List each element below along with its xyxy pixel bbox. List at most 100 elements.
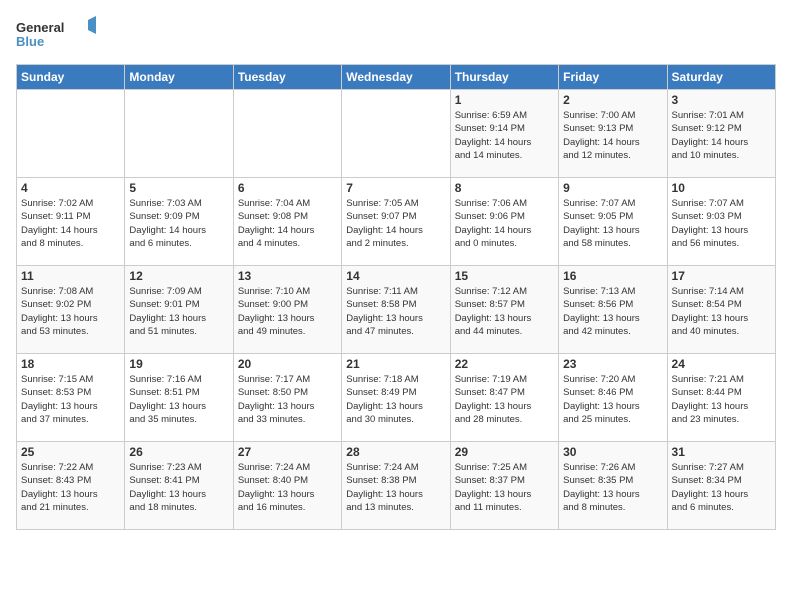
day-number: 14 [346, 269, 445, 283]
calendar-cell: 24Sunrise: 7:21 AM Sunset: 8:44 PM Dayli… [667, 354, 775, 442]
day-number: 31 [672, 445, 771, 459]
calendar-table: SundayMondayTuesdayWednesdayThursdayFrid… [16, 64, 776, 530]
day-info: Sunrise: 7:10 AM Sunset: 9:00 PM Dayligh… [238, 285, 337, 338]
day-info: Sunrise: 7:06 AM Sunset: 9:06 PM Dayligh… [455, 197, 554, 250]
day-info: Sunrise: 7:24 AM Sunset: 8:38 PM Dayligh… [346, 461, 445, 514]
logo-svg: General Blue [16, 16, 96, 52]
day-number: 9 [563, 181, 662, 195]
calendar-cell: 27 Sunrise: 7:24 AM Sunset: 8:40 PM Dayli… [233, 442, 341, 530]
day-number: 11 [21, 269, 120, 283]
day-number: 3 [672, 93, 771, 107]
day-info: Sunrise: 7:00 AM Sunset: 9:13 PM Dayligh… [563, 109, 662, 162]
calendar-cell: 12 Sunrise: 7:09 AM Sunset: 9:01 PM Dayli… [125, 266, 233, 354]
day-info: Sunrise: 6:59 AM Sunset: 9:14 PM Dayligh… [455, 109, 554, 162]
calendar-cell: 1 Sunrise: 6:59 AM Sunset: 9:14 PM Daylig… [450, 90, 558, 178]
calendar-cell [125, 90, 233, 178]
day-info: Sunrise: 7:07 AM Sunset: 9:03 PM Dayligh… [672, 197, 771, 250]
calendar-cell: 31 Sunrise: 7:27 AM Sunset: 8:34 PM Dayli… [667, 442, 775, 530]
weekday-header-wednesday: Wednesday [342, 65, 450, 90]
day-info: Sunrise: 7:16 AM Sunset: 8:51 PM Dayligh… [129, 373, 228, 426]
calendar-week-4: 18Sunrise: 7:15 AM Sunset: 8:53 PM Dayli… [17, 354, 776, 442]
day-info: Sunrise: 7:01 AM Sunset: 9:12 PM Dayligh… [672, 109, 771, 162]
day-info: Sunrise: 7:13 AM Sunset: 8:56 PM Dayligh… [563, 285, 662, 338]
calendar-cell: 13 Sunrise: 7:10 AM Sunset: 9:00 PM Dayli… [233, 266, 341, 354]
calendar-cell [233, 90, 341, 178]
day-info: Sunrise: 7:26 AM Sunset: 8:35 PM Dayligh… [563, 461, 662, 514]
day-number: 30 [563, 445, 662, 459]
day-info: Sunrise: 7:08 AM Sunset: 9:02 PM Dayligh… [21, 285, 120, 338]
day-number: 6 [238, 181, 337, 195]
day-number: 17 [672, 269, 771, 283]
day-info: Sunrise: 7:09 AM Sunset: 9:01 PM Dayligh… [129, 285, 228, 338]
day-info: Sunrise: 7:25 AM Sunset: 8:37 PM Dayligh… [455, 461, 554, 514]
day-number: 18 [21, 357, 120, 371]
day-info: Sunrise: 7:24 AM Sunset: 8:40 PM Dayligh… [238, 461, 337, 514]
calendar-cell: 10 Sunrise: 7:07 AM Sunset: 9:03 PM Dayli… [667, 178, 775, 266]
calendar-cell [342, 90, 450, 178]
calendar-cell: 16 Sunrise: 7:13 AM Sunset: 8:56 PM Dayli… [559, 266, 667, 354]
weekday-header-tuesday: Tuesday [233, 65, 341, 90]
calendar-cell: 25Sunrise: 7:22 AM Sunset: 8:43 PM Dayli… [17, 442, 125, 530]
calendar-cell: 8 Sunrise: 7:06 AM Sunset: 9:06 PM Daylig… [450, 178, 558, 266]
weekday-header-friday: Friday [559, 65, 667, 90]
day-info: Sunrise: 7:03 AM Sunset: 9:09 PM Dayligh… [129, 197, 228, 250]
calendar-cell: 20 Sunrise: 7:17 AM Sunset: 8:50 PM Dayli… [233, 354, 341, 442]
day-number: 27 [238, 445, 337, 459]
day-info: Sunrise: 7:20 AM Sunset: 8:46 PM Dayligh… [563, 373, 662, 426]
calendar-cell: 7 Sunrise: 7:05 AM Sunset: 9:07 PM Daylig… [342, 178, 450, 266]
calendar-cell: 5 Sunrise: 7:03 AM Sunset: 9:09 PM Daylig… [125, 178, 233, 266]
logo: General Blue [16, 16, 96, 52]
day-number: 22 [455, 357, 554, 371]
day-info: Sunrise: 7:07 AM Sunset: 9:05 PM Dayligh… [563, 197, 662, 250]
page-header: General Blue [16, 16, 776, 52]
day-number: 5 [129, 181, 228, 195]
day-number: 29 [455, 445, 554, 459]
calendar-cell: 28 Sunrise: 7:24 AM Sunset: 8:38 PM Dayli… [342, 442, 450, 530]
day-number: 2 [563, 93, 662, 107]
day-info: Sunrise: 7:17 AM Sunset: 8:50 PM Dayligh… [238, 373, 337, 426]
day-number: 24 [672, 357, 771, 371]
calendar-week-2: 4 Sunrise: 7:02 AM Sunset: 9:11 PM Daylig… [17, 178, 776, 266]
day-number: 13 [238, 269, 337, 283]
weekday-header-monday: Monday [125, 65, 233, 90]
weekday-header-row: SundayMondayTuesdayWednesdayThursdayFrid… [17, 65, 776, 90]
day-number: 16 [563, 269, 662, 283]
day-number: 1 [455, 93, 554, 107]
calendar-week-1: 1 Sunrise: 6:59 AM Sunset: 9:14 PM Daylig… [17, 90, 776, 178]
svg-text:General: General [16, 20, 64, 35]
day-number: 12 [129, 269, 228, 283]
calendar-cell: 17 Sunrise: 7:14 AM Sunset: 8:54 PM Dayli… [667, 266, 775, 354]
calendar-cell: 15 Sunrise: 7:12 AM Sunset: 8:57 PM Dayli… [450, 266, 558, 354]
day-info: Sunrise: 7:23 AM Sunset: 8:41 PM Dayligh… [129, 461, 228, 514]
day-number: 20 [238, 357, 337, 371]
day-number: 23 [563, 357, 662, 371]
calendar-cell: 14Sunrise: 7:11 AM Sunset: 8:58 PM Dayli… [342, 266, 450, 354]
day-info: Sunrise: 7:19 AM Sunset: 8:47 PM Dayligh… [455, 373, 554, 426]
day-number: 7 [346, 181, 445, 195]
day-number: 4 [21, 181, 120, 195]
calendar-cell: 22 Sunrise: 7:19 AM Sunset: 8:47 PM Dayli… [450, 354, 558, 442]
day-number: 10 [672, 181, 771, 195]
day-number: 8 [455, 181, 554, 195]
calendar-cell: 19 Sunrise: 7:16 AM Sunset: 8:51 PM Dayli… [125, 354, 233, 442]
day-info: Sunrise: 7:12 AM Sunset: 8:57 PM Dayligh… [455, 285, 554, 338]
weekday-header-thursday: Thursday [450, 65, 558, 90]
calendar-week-5: 25Sunrise: 7:22 AM Sunset: 8:43 PM Dayli… [17, 442, 776, 530]
day-number: 28 [346, 445, 445, 459]
calendar-cell [17, 90, 125, 178]
calendar-cell: 4 Sunrise: 7:02 AM Sunset: 9:11 PM Daylig… [17, 178, 125, 266]
day-number: 26 [129, 445, 228, 459]
day-number: 15 [455, 269, 554, 283]
day-info: Sunrise: 7:05 AM Sunset: 9:07 PM Dayligh… [346, 197, 445, 250]
day-number: 19 [129, 357, 228, 371]
day-number: 21 [346, 357, 445, 371]
calendar-cell: 6 Sunrise: 7:04 AM Sunset: 9:08 PM Daylig… [233, 178, 341, 266]
day-info: Sunrise: 7:04 AM Sunset: 9:08 PM Dayligh… [238, 197, 337, 250]
calendar-cell: 2 Sunrise: 7:00 AM Sunset: 9:13 PM Daylig… [559, 90, 667, 178]
calendar-cell: 26 Sunrise: 7:23 AM Sunset: 8:41 PM Dayli… [125, 442, 233, 530]
day-info: Sunrise: 7:14 AM Sunset: 8:54 PM Dayligh… [672, 285, 771, 338]
day-info: Sunrise: 7:02 AM Sunset: 9:11 PM Dayligh… [21, 197, 120, 250]
calendar-cell: 23 Sunrise: 7:20 AM Sunset: 8:46 PM Dayli… [559, 354, 667, 442]
day-info: Sunrise: 7:27 AM Sunset: 8:34 PM Dayligh… [672, 461, 771, 514]
calendar-cell: 11 Sunrise: 7:08 AM Sunset: 9:02 PM Dayli… [17, 266, 125, 354]
